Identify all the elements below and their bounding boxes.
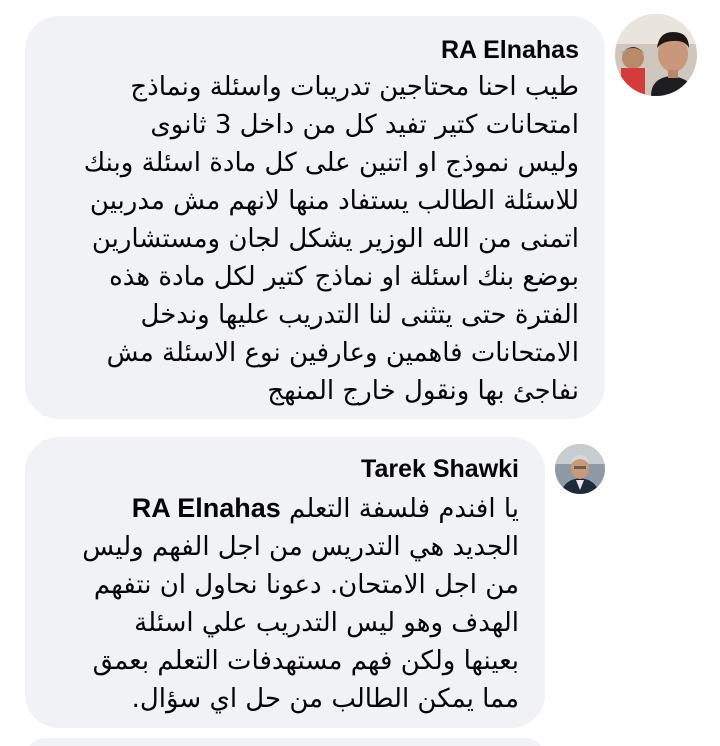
comment-first-line-text: يا افندم فلسفة التعلم	[289, 494, 519, 524]
next-comment-bubble-edge	[25, 738, 545, 746]
profile-photo-young-man-icon	[615, 14, 697, 96]
comment-author[interactable]: Tarek Shawki	[361, 455, 519, 484]
comment-text-line: طيب احنا محتاجين تدريبات واسئلة ونماذج	[130, 72, 579, 102]
comment-text: طيب احنا محتاجين تدريبات واسئلة ونماذج ا…	[84, 68, 579, 410]
comment-text-line: من اجل الامتحان. دعونا نحاول ان نتفهم	[93, 570, 519, 600]
comment-text-line: وليس نموذج او اتنين على كل مادة اسئلة وب…	[83, 148, 579, 178]
comment-text-line: مما يمكن الطالب من حل اي سؤال.	[131, 684, 519, 714]
comment-text: يا افندم فلسفة التعلم RA Elnahas الجديد …	[82, 489, 519, 718]
comment-bubble: Tarek Shawki يا افندم فلسفة التعلم RA El…	[25, 437, 545, 728]
comment-text-line: بعينها ولكن فهم مستهدفات التعلم بعمق	[92, 646, 519, 676]
comment-text-line: امتحانات كتير تفيد كل من داخل 3 ثانوى	[150, 110, 579, 140]
comment-author[interactable]: RA Elnahas	[441, 36, 579, 65]
comment-text-line: للاسئلة الطالب يستفاد منها لانهم مش مدرب…	[89, 186, 579, 216]
comment-text-line: يا افندم فلسفة التعلم RA Elnahas	[82, 489, 519, 528]
comment-text-line: الجديد هي التدريس من اجل الفهم وليس	[82, 532, 519, 562]
mention-link[interactable]: RA Elnahas	[132, 493, 281, 523]
comment-text-line: بوضع بنك اسئلة او نماذج كتير لكل مادة هذ…	[109, 262, 579, 292]
comment-text-line: الامتحانات فاهمين وعارفين نوع الاسئلة مش	[106, 338, 579, 368]
avatar[interactable]	[615, 14, 697, 96]
comment-text-line: نفاجئ بها ونقول خارج المنهج	[267, 376, 579, 406]
profile-photo-older-man-icon	[555, 444, 605, 494]
comment-bubble: RA Elnahas طيب احنا محتاجين تدريبات واسئ…	[25, 16, 605, 419]
comment-text-line: الفترة حتى يتثنى لنا التدريب عليها وندخل	[140, 300, 579, 330]
avatar[interactable]	[555, 444, 605, 494]
comment-text-line: اتمنى من الله الوزير يشكل لجان ومستشارين	[91, 224, 579, 254]
comment-text-line: الهدف وهو ليس التدريب علي اسئلة	[134, 608, 519, 638]
